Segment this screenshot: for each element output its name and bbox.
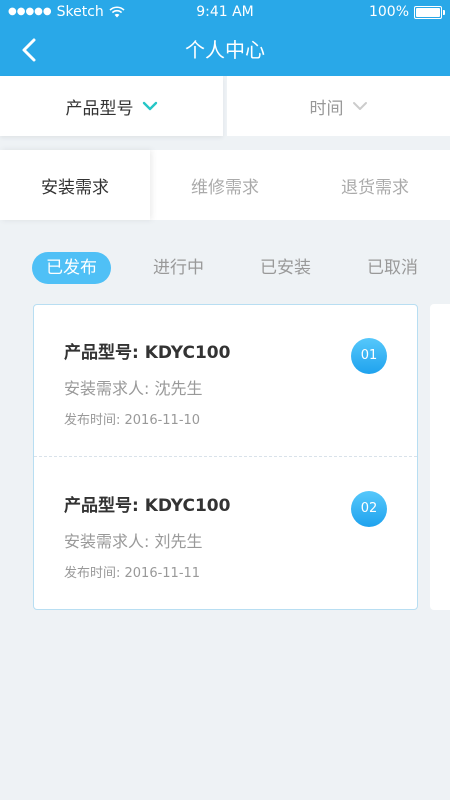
request-card: 产品型号: KDYC100 安装需求人: 沈先生 发布时间: 2016-11-1… [33,304,418,610]
chevron-down-icon [352,102,367,110]
filter-label: 时间 [309,98,344,119]
header: ●●●●● Sketch 9:41 AM 100% 个人中心 [0,0,450,76]
request-type-tabs: 安装需求 维修需求 退货需求 [0,150,450,220]
chevron-down-icon [142,101,157,111]
status-right: 100% [368,0,445,24]
status-tab-installed[interactable]: 已安装 [246,252,325,284]
page-title: 个人中心 [185,38,265,62]
requester: 安装需求人: 刘先生 [64,532,203,551]
status-tab-in-progress[interactable]: 进行中 [139,252,218,284]
item-number-badge: 02 [351,491,387,527]
battery-icon [414,5,445,19]
filter-time[interactable]: 时间 [227,76,450,136]
next-card-peek[interactable] [430,304,450,610]
status-tabs: 已发布 进行中 已安装 已取消 [32,251,432,285]
product-model: 产品型号: KDYC100 [64,343,231,363]
requester: 安装需求人: 沈先生 [64,379,203,398]
filter-product-model[interactable]: 产品型号 [0,76,223,136]
publish-date: 发布时间: 2016-11-10 [64,413,201,428]
status-bar: ●●●●● Sketch 9:41 AM 100% [0,0,450,24]
tab-repair[interactable]: 维修需求 [150,150,300,220]
publish-date: 发布时间: 2016-11-11 [64,566,201,581]
status-tab-cancelled[interactable]: 已取消 [353,252,432,284]
list-item[interactable]: 产品型号: KDYC100 安装需求人: 沈先生 发布时间: 2016-11-1… [34,305,417,457]
product-model: 产品型号: KDYC100 [64,496,231,516]
item-number-badge: 01 [351,338,387,374]
list-item[interactable]: 产品型号: KDYC100 安装需求人: 刘先生 发布时间: 2016-11-1… [34,458,417,610]
nav-bar: 个人中心 [0,24,450,76]
tab-install[interactable]: 安装需求 [0,150,150,220]
status-tab-published[interactable]: 已发布 [32,252,111,284]
filter-bar: 产品型号 时间 [0,76,450,136]
tab-return[interactable]: 退货需求 [300,150,450,220]
battery-percent: 100% [368,4,409,20]
filter-label: 产品型号 [65,98,134,119]
